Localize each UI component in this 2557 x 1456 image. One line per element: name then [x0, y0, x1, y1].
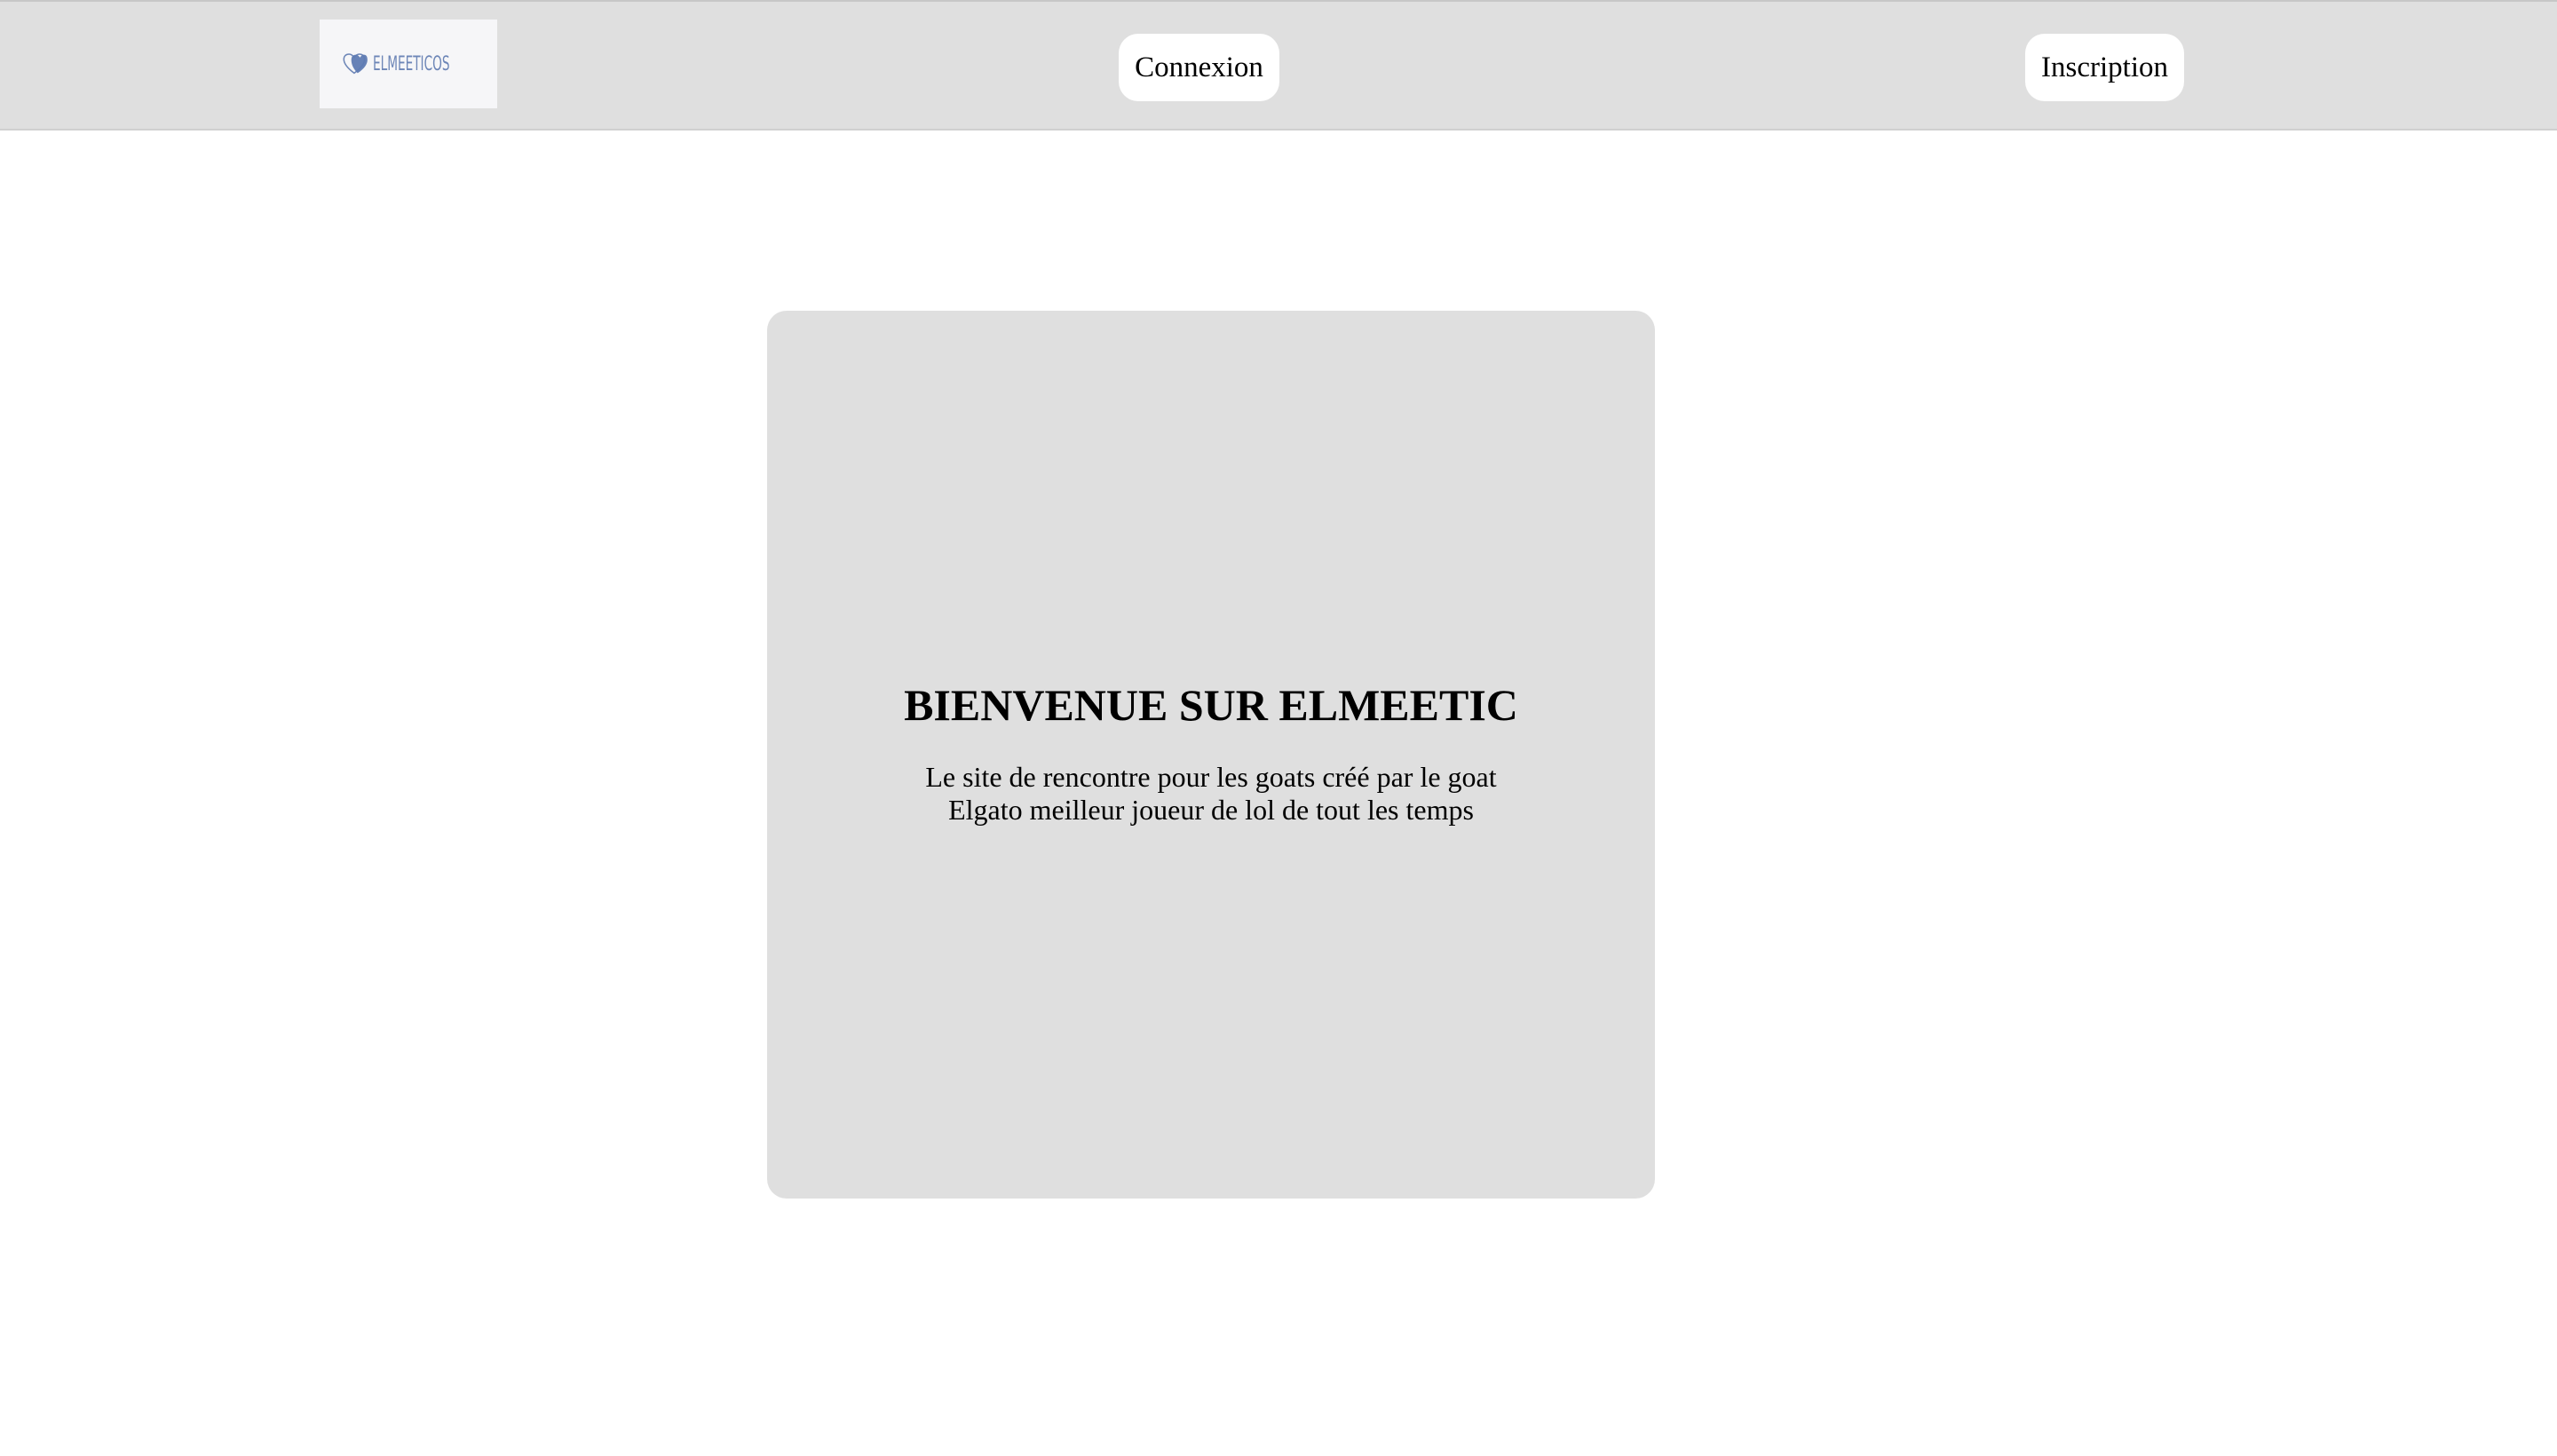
- logo-wordmark: ELMEETICOS: [373, 52, 450, 75]
- welcome-title: BIENVENUE SUR ELMEETIC: [904, 680, 1518, 730]
- welcome-text-line-1: Le site de rencontre pour les goats créé…: [925, 761, 1497, 793]
- welcome-card: BIENVENUE SUR ELMEETIC Le site de rencon…: [767, 311, 1655, 1199]
- login-button[interactable]: Connexion: [1119, 34, 1279, 101]
- site-logo[interactable]: ELMEETICOS: [320, 20, 497, 108]
- signup-button[interactable]: Inscription: [2025, 34, 2184, 101]
- double-heart-icon: [343, 53, 368, 75]
- welcome-text-line-2: Elgato meilleur joueur de lol de tout le…: [948, 794, 1474, 826]
- top-navigation-bar: ELMEETICOS Connexion Inscription: [0, 0, 2557, 131]
